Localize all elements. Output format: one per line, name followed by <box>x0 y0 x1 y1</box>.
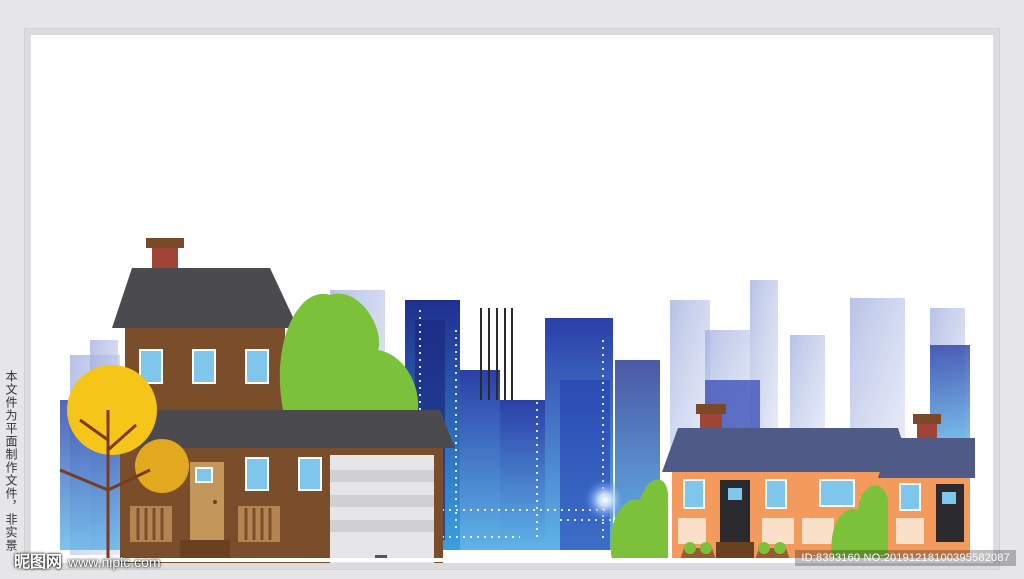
image-id-label: ID:8393160 NO:20191218100395582087 <box>795 550 1016 566</box>
city-illustration <box>30 196 990 563</box>
watermark-brand: 昵图网 <box>14 554 63 571</box>
watermark-url: www.nipic.com <box>68 554 161 570</box>
brown-house <box>112 238 455 563</box>
side-notice: 本文件为平面制作文件，非实景 <box>4 370 18 552</box>
watermark: 昵图网 www.nipic.com <box>14 548 161 572</box>
moon-icon <box>909 196 930 229</box>
bush <box>279 293 419 410</box>
